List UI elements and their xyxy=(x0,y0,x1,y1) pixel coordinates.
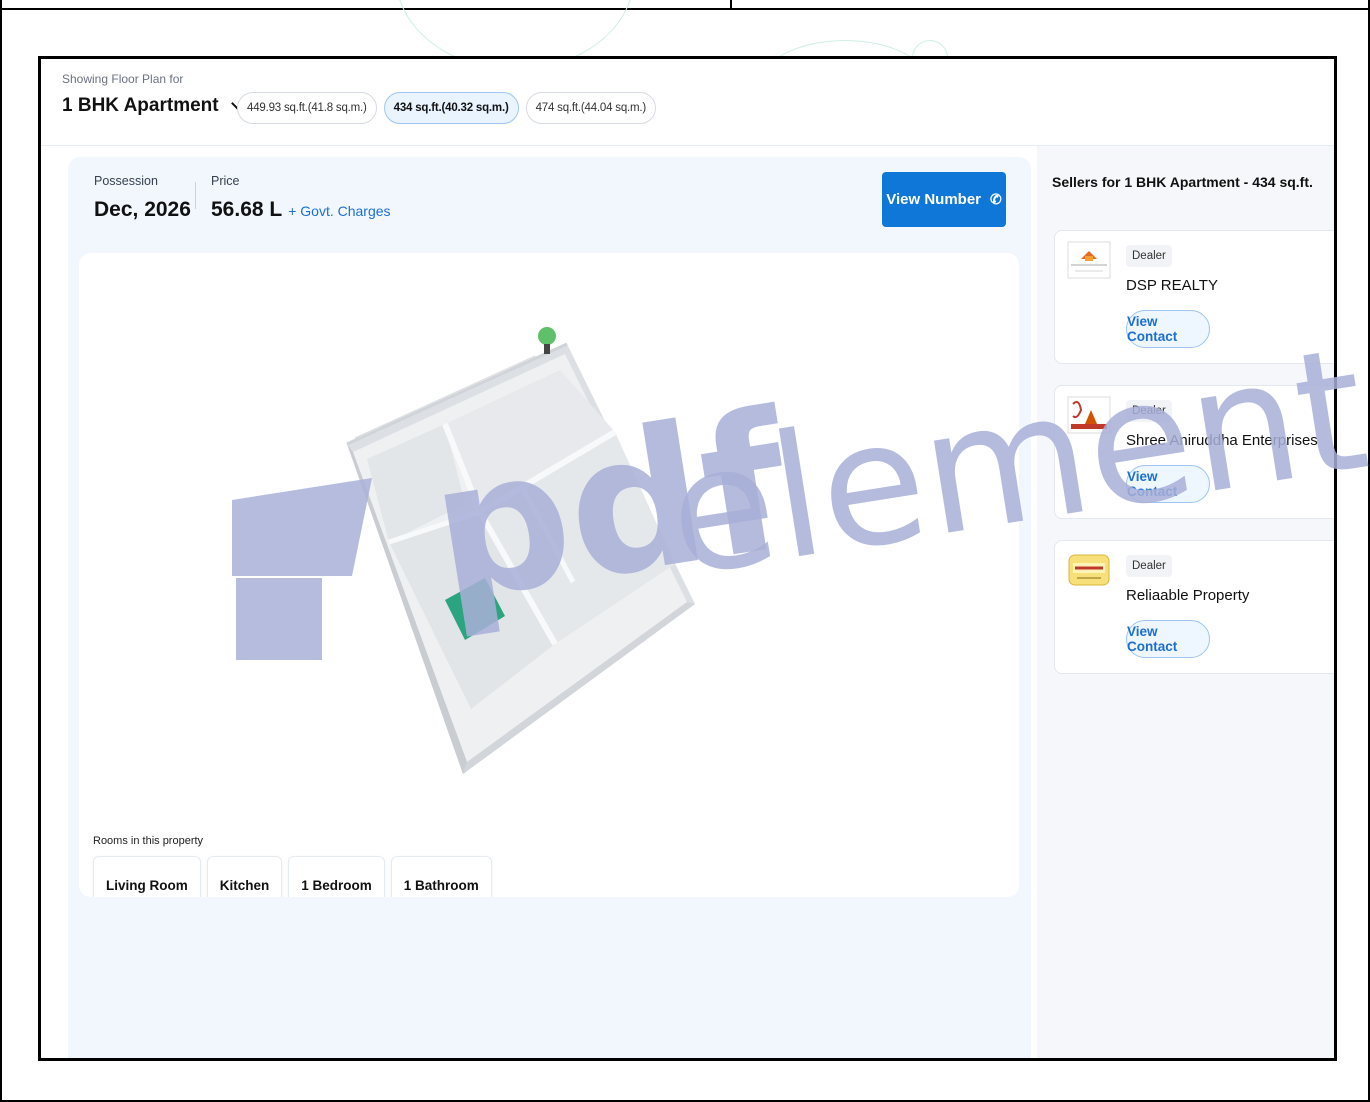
seller-name: DSP REALTY xyxy=(1126,277,1218,294)
seller-card: Dealer DSP REALTY View Contact xyxy=(1054,230,1334,364)
seller-card: Dealer Shree Aniruddha Enterprises View … xyxy=(1054,385,1334,519)
view-contact-button[interactable]: View Contact xyxy=(1126,310,1210,348)
price-value: 56.68 L xyxy=(211,198,283,221)
floor-plan-3d-image xyxy=(346,327,695,774)
room-chip[interactable]: Living Room xyxy=(93,856,201,897)
seller-card: Dealer Reliaable Property View Contact xyxy=(1054,540,1334,674)
aniruddha-logo xyxy=(1067,396,1111,434)
sellers-title: Sellers for 1 BHK Apartment - 434 sq.ft. xyxy=(1052,174,1313,190)
view-contact-button[interactable]: View Contact xyxy=(1126,465,1210,503)
price-label: Price xyxy=(211,174,240,188)
dsp-realty-logo xyxy=(1067,241,1111,279)
size-option-chip[interactable]: 474 sq.ft.(44.04 sq.m.) xyxy=(525,92,657,124)
size-option-chip[interactable]: 449.93 sq.ft.(41.8 sq.m.) xyxy=(237,92,377,124)
dealer-badge: Dealer xyxy=(1126,400,1172,422)
config-title: 1 BHK Apartment xyxy=(62,95,219,116)
floor-plan-screenshot: Showing Floor Plan for 1 BHK Apartment 4… xyxy=(38,56,1337,1061)
info-divider xyxy=(195,182,196,209)
price-row: 56.68 L + Govt. Charges xyxy=(211,198,391,222)
dealer-badge: Dealer xyxy=(1126,245,1172,267)
rooms-label: Rooms in this property xyxy=(93,835,204,847)
possession-value: Dec, 2026 xyxy=(94,198,191,221)
dealer-badge: Dealer xyxy=(1126,555,1172,577)
govt-charges-link[interactable]: + Govt. Charges xyxy=(288,203,390,219)
rooms-list: Living Room Kitchen 1 Bedroom 1 Bathroom xyxy=(93,856,492,897)
floor-plan-panel: Possession Dec, 2026 Price 56.68 L + Gov… xyxy=(68,157,1031,1058)
floor-plan-header: Showing Floor Plan for 1 BHK Apartment 4… xyxy=(41,59,1334,146)
top-table-border xyxy=(0,0,1370,10)
sellers-panel: Sellers for 1 BHK Apartment - 434 sq.ft.… xyxy=(1037,146,1334,1058)
room-chip[interactable]: 1 Bathroom xyxy=(390,856,492,897)
size-option-chip-active[interactable]: 434 sq.ft.(40.32 sq.m.) xyxy=(383,92,519,124)
top-table-divider xyxy=(730,0,732,10)
view-contact-button[interactable]: View Contact xyxy=(1126,620,1210,658)
seller-name: Reliaable Property xyxy=(1126,587,1250,604)
room-chip[interactable]: 1 Bedroom xyxy=(288,856,385,897)
phone-icon: ✆ xyxy=(990,191,1002,207)
showing-label: Showing Floor Plan for xyxy=(62,72,184,86)
possession-label: Possession xyxy=(94,174,158,188)
reliaable-logo xyxy=(1068,554,1110,586)
size-options: 449.93 sq.ft.(41.8 sq.m.) 434 sq.ft.(40.… xyxy=(237,92,657,124)
room-chip[interactable]: Kitchen xyxy=(206,856,283,897)
config-dropdown[interactable]: 1 BHK Apartment xyxy=(62,95,244,117)
floor-plan-viewer[interactable]: Rooms in this property Living Room Kitch… xyxy=(79,253,1019,897)
view-number-label: View Number xyxy=(886,191,982,208)
seller-name: Shree Aniruddha Enterprises xyxy=(1126,432,1318,449)
view-number-button[interactable]: View Number ✆ xyxy=(882,172,1006,227)
